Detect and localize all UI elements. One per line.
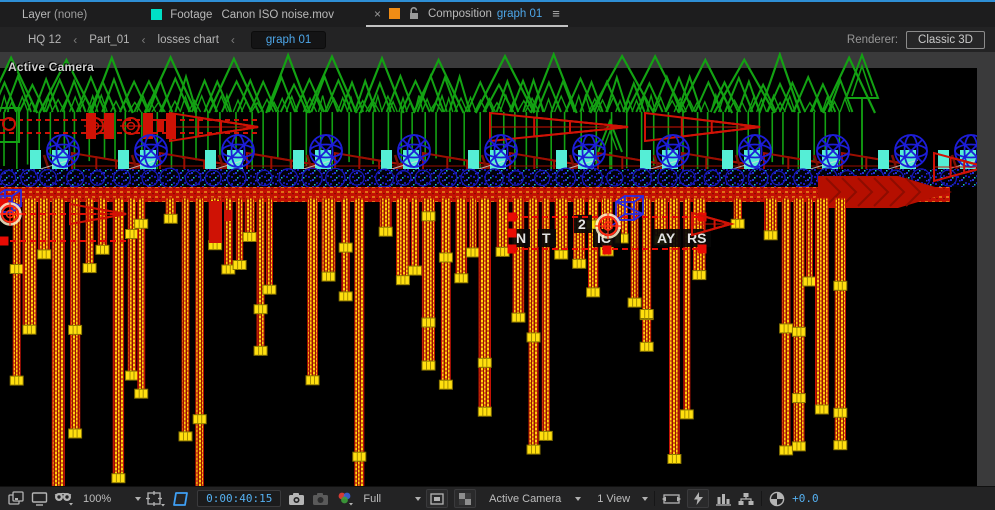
composition-flowchart-icon[interactable] — [738, 492, 754, 506]
breadcrumb-separator: ‹ — [73, 32, 78, 47]
tab-footage-name: Canon ISO noise.mov — [221, 8, 334, 21]
chevron-down-icon — [415, 496, 422, 501]
breadcrumb-current[interactable]: graph 01 — [250, 30, 327, 49]
tab-layer[interactable]: Layer (none) — [14, 2, 95, 27]
main-viewer-icon[interactable] — [31, 491, 48, 506]
composition-toolbar: 100% 0:00:40:15 Full Active Camera 1 Vie… — [0, 486, 995, 510]
pixel-aspect-correction-icon[interactable] — [662, 492, 682, 506]
current-time-field[interactable]: 0:00:40:15 — [197, 490, 282, 507]
footage-color-swatch — [151, 9, 163, 20]
svg-text:T: T — [542, 230, 551, 246]
view-layout-value: 1 View — [597, 492, 631, 505]
renderer-label: Renderer: — [846, 33, 899, 46]
3d-view-value: Active Camera — [489, 492, 562, 505]
composition-viewport[interactable]: Active Camera N T 2 IC AY RS — [0, 52, 995, 487]
chevron-down-icon — [575, 496, 582, 501]
tab-composition[interactable]: × Composition graph 01 ≡ — [365, 2, 568, 27]
breadcrumb-separator: ‹ — [141, 32, 146, 47]
channel-settings-icon[interactable] — [336, 491, 354, 507]
close-tab-icon[interactable]: × — [374, 7, 381, 21]
panel-menu-icon[interactable]: ≡ — [552, 6, 560, 21]
panel-focus-highlight — [0, 0, 995, 2]
pasteboard-right — [977, 52, 995, 487]
breadcrumb-separator: ‹ — [230, 32, 235, 47]
transparency-grid-icon[interactable] — [454, 489, 477, 508]
always-preview-view-icon[interactable] — [8, 491, 25, 506]
tab-composition-name: graph 01 — [496, 7, 543, 20]
svg-text:2: 2 — [578, 216, 586, 232]
tab-layer-label: Layer — [22, 8, 51, 21]
breadcrumb-item[interactable]: HQ 12 — [28, 34, 61, 46]
view-layout-dropdown[interactable]: 1 View — [593, 492, 649, 505]
show-snapshot-icon[interactable] — [312, 492, 330, 506]
zoom-value: 100% — [83, 492, 112, 505]
resolution-dropdown[interactable]: Full — [359, 492, 422, 505]
timecode-value: 0:00:40:15 — [206, 492, 273, 505]
chevron-down-icon — [135, 496, 142, 501]
breadcrumb-item[interactable]: losses chart — [158, 34, 219, 46]
wireframe-scene: N T2IC AY RS — [0, 52, 995, 487]
renderer-button[interactable]: Classic 3D — [906, 30, 985, 49]
3d-view-dropdown[interactable]: Active Camera — [485, 492, 582, 505]
svg-text:N: N — [516, 230, 526, 246]
svg-text:AY: AY — [657, 230, 676, 246]
fast-previews-icon[interactable] — [687, 489, 710, 508]
magnification-dropdown[interactable]: 100% — [79, 492, 142, 505]
grid-guides-options-icon[interactable] — [146, 490, 166, 507]
bars-layer — [9, 197, 848, 487]
mask-visibility-toggle-icon[interactable] — [172, 491, 190, 507]
exposure-value[interactable]: +0.0 — [792, 492, 819, 505]
region-of-interest-icon[interactable] — [426, 489, 449, 508]
panel-tab-bar: Layer (none) Footage Canon ISO noise.mov… — [0, 2, 995, 27]
tab-composition-label: Composition — [427, 7, 492, 20]
breadcrumb-item[interactable]: Part_01 — [89, 34, 129, 46]
resolution-value: Full — [363, 492, 382, 505]
reset-exposure-icon[interactable] — [769, 491, 785, 507]
composition-color-swatch — [388, 8, 400, 19]
snapshot-camera-icon[interactable] — [288, 492, 306, 506]
active-camera-overlay-label: Active Camera — [8, 60, 94, 74]
timeline-icon[interactable] — [715, 492, 732, 506]
chevron-down-icon — [642, 496, 649, 501]
stereo-3d-glasses-icon[interactable] — [54, 491, 74, 506]
unlock-icon[interactable] — [408, 7, 420, 20]
tab-footage[interactable]: Footage Canon ISO noise.mov — [143, 2, 342, 27]
after-effects-composition-panel: Layer (none) Footage Canon ISO noise.mov… — [0, 0, 995, 510]
red-arrow-row-layer — [0, 107, 761, 143]
tab-layer-suffix: (none) — [53, 8, 88, 21]
tab-footage-label: Footage — [170, 8, 213, 21]
composition-navigator: HQ 12 ‹ Part_01 ‹ losses chart ‹ graph 0… — [0, 27, 995, 52]
